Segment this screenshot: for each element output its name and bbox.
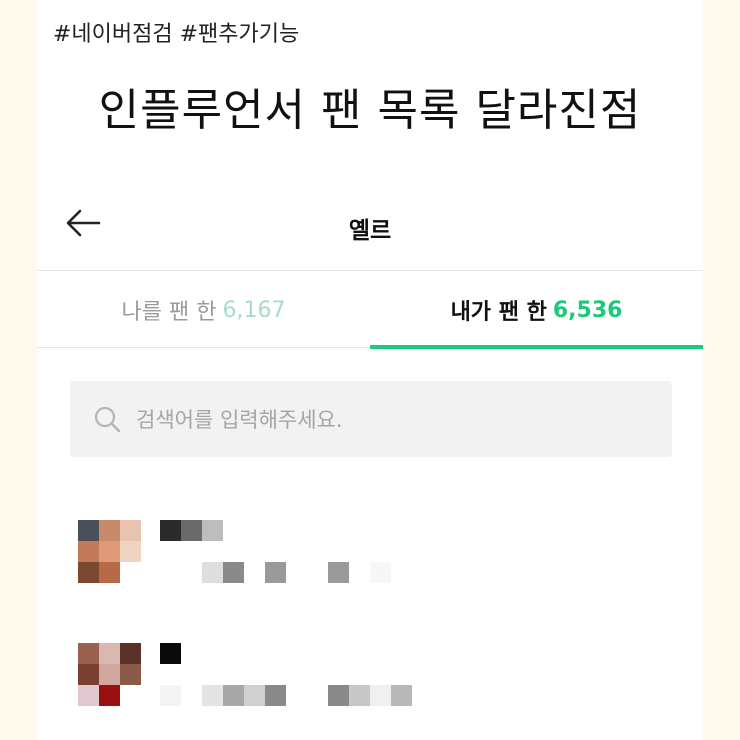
page-title: 옐르 xyxy=(348,218,392,244)
top-bar: 옐르 xyxy=(37,195,703,259)
username-blurred xyxy=(160,520,223,541)
list-item[interactable] xyxy=(37,633,703,733)
header-divider xyxy=(37,270,703,271)
search-icon xyxy=(92,404,122,434)
active-tab-indicator xyxy=(370,345,703,349)
list-item[interactable] xyxy=(37,510,703,610)
description-blurred xyxy=(160,562,391,583)
tab-fans-of-me[interactable]: 나를 팬 한 6,167 xyxy=(37,272,370,348)
avatar xyxy=(78,520,141,583)
tab-label: 나를 팬 한 xyxy=(121,300,217,325)
search-placeholder: 검색어를 입력해주세요. xyxy=(136,408,343,432)
headline-caption: 인플루언서 팬 목록 달라진점 xyxy=(98,85,642,136)
app-screen: #네이버점검 #팬추가기능 인플루언서 팬 목록 달라진점 옐르 나를 팬 한 … xyxy=(37,0,703,740)
hashtag-caption: #네이버점검 #팬추가기능 xyxy=(53,22,300,47)
tab-count: 6,536 xyxy=(552,297,623,323)
tab-label: 내가 팬 한 xyxy=(450,300,547,325)
search-input[interactable]: 검색어를 입력해주세요. xyxy=(70,381,672,457)
username-blurred xyxy=(160,643,181,664)
tab-my-fans[interactable]: 내가 팬 한 6,536 xyxy=(370,272,703,348)
tab-count: 6,167 xyxy=(222,297,286,323)
avatar xyxy=(78,643,141,706)
fan-tabs: 나를 팬 한 6,167 내가 팬 한 6,536 xyxy=(37,272,703,348)
description-blurred xyxy=(160,685,412,706)
